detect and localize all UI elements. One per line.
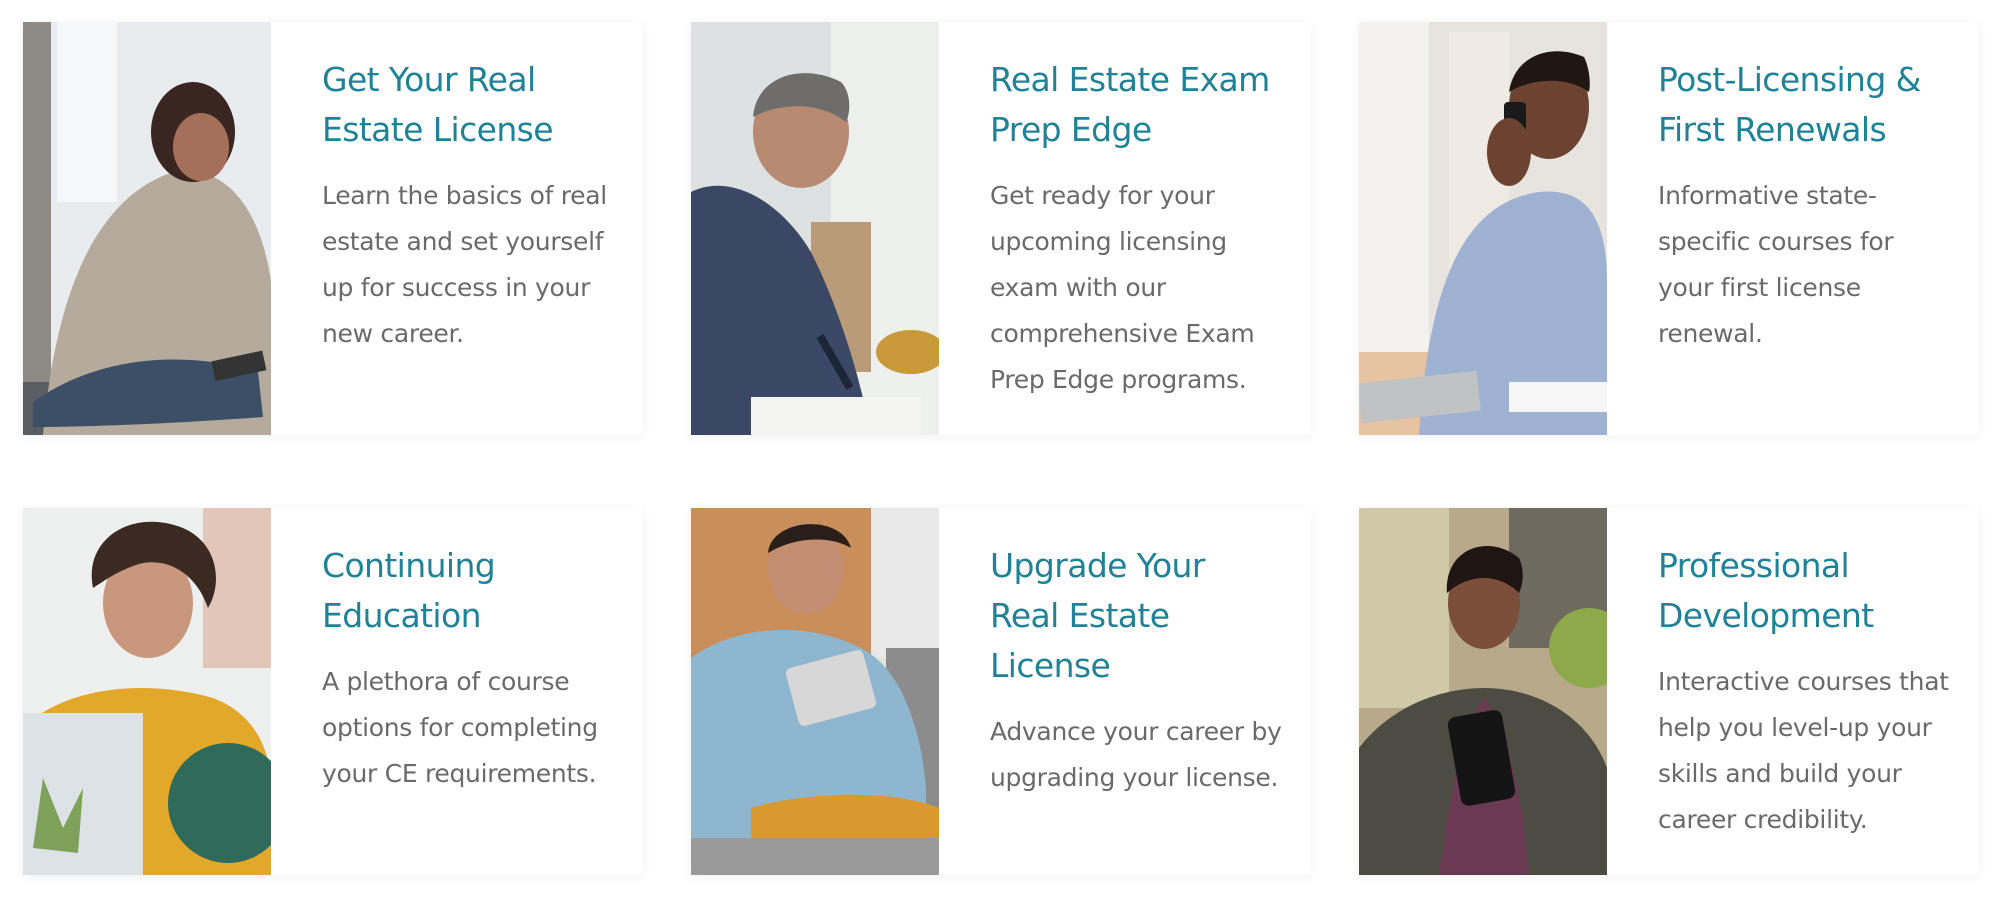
card-title[interactable]: Real Estate Exam Prep Edge bbox=[990, 55, 1283, 155]
card-title[interactable]: Post-Licensing & First Renewals bbox=[1658, 55, 1951, 155]
card-get-license[interactable]: Get Your Real Estate License Learn the b… bbox=[23, 22, 643, 435]
card-photo-woman-phone-outdoors bbox=[1359, 508, 1607, 875]
card-photo-man-studying bbox=[691, 22, 939, 435]
card-title[interactable]: Continuing Education bbox=[322, 541, 615, 641]
card-exam-prep[interactable]: Real Estate Exam Prep Edge Get ready for… bbox=[691, 22, 1311, 435]
card-post-licensing[interactable]: Post-Licensing & First Renewals Informat… bbox=[1359, 22, 1979, 435]
card-photo-woman-laptop bbox=[23, 22, 271, 435]
card-photo-man-phone bbox=[1359, 22, 1607, 435]
card-description: Interactive courses that help you level-… bbox=[1658, 667, 1949, 834]
card-title[interactable]: Get Your Real Estate License bbox=[322, 55, 615, 155]
card-photo-woman-yellow bbox=[23, 508, 271, 875]
card-upgrade-license[interactable]: Upgrade Your Real Estate License Advance… bbox=[691, 508, 1311, 875]
card-description: Advance your career by upgrading your li… bbox=[990, 717, 1282, 792]
card-continuing-education[interactable]: Continuing Education A plethora of cours… bbox=[23, 508, 643, 875]
course-card-grid: Get Your Real Estate License Learn the b… bbox=[0, 0, 1999, 900]
card-title[interactable]: Professional Development bbox=[1658, 541, 1951, 641]
card-description: A plethora of course options for complet… bbox=[322, 667, 598, 788]
card-photo-man-tablet bbox=[691, 508, 939, 875]
card-description: Informative state-specific courses for y… bbox=[1658, 181, 1894, 348]
card-description: Learn the basics of real estate and set … bbox=[322, 181, 607, 348]
card-professional-development[interactable]: Professional Development Interactive cou… bbox=[1359, 508, 1979, 875]
card-description: Get ready for your upcoming licensing ex… bbox=[990, 181, 1255, 394]
card-title[interactable]: Upgrade Your Real Estate License bbox=[990, 541, 1283, 691]
